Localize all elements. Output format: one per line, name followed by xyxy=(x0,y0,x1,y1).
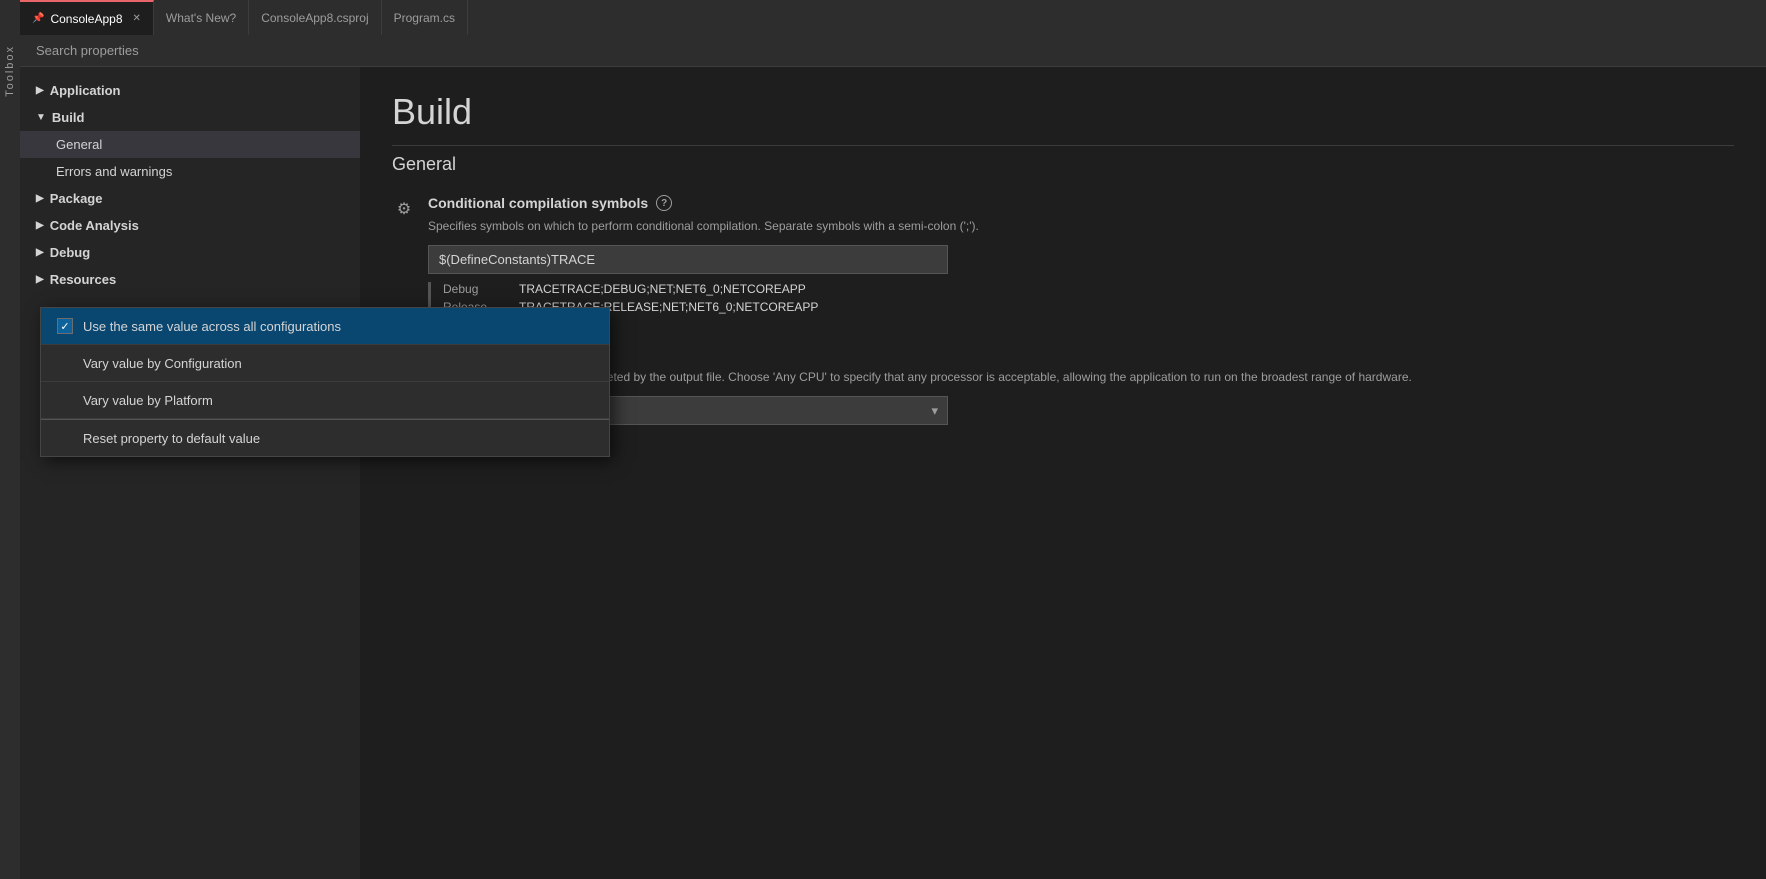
chevron-right-icon: ▶ xyxy=(36,85,44,96)
chevron-right-icon: ▶ xyxy=(36,274,44,285)
sidebar-item-application[interactable]: ▶ Application xyxy=(20,77,360,104)
config-label: Debug xyxy=(443,282,503,296)
config-row-debug: Debug TRACETRACE;DEBUG;NET;NET6_0;NETCOR… xyxy=(443,282,1734,296)
empty-check xyxy=(57,430,73,446)
tab-program[interactable]: Program.cs xyxy=(382,0,468,35)
sidebar-item-label: Code Analysis xyxy=(50,218,139,233)
chevron-right-icon: ▶ xyxy=(36,193,44,204)
tab-whatsnew[interactable]: What's New? xyxy=(154,0,249,35)
property-description: Specifies the processor to be targeted b… xyxy=(428,368,1734,386)
pin-icon: 📌 xyxy=(32,13,44,24)
tab-label: What's New? xyxy=(166,11,236,25)
sidebar-item-build[interactable]: ▼ Build xyxy=(20,104,360,131)
gear-icon: ⚙ xyxy=(392,197,416,221)
sidebar-item-label: Package xyxy=(50,191,103,206)
right-content-panel: Build General ⚙ Conditional compilation … xyxy=(360,67,1766,879)
property-label: Conditional compilation symbols ? xyxy=(428,195,1734,211)
help-icon[interactable]: ? xyxy=(656,195,672,211)
sidebar-item-label: Resources xyxy=(50,272,116,287)
dropdown-item-vary-platform[interactable]: Vary value by Platform xyxy=(41,382,609,419)
tab-consoleapp8[interactable]: 📌 ConsoleApp8 ✕ xyxy=(20,0,154,35)
property-label: Platform target ? xyxy=(428,346,1734,362)
tab-csproj[interactable]: ConsoleApp8.csproj xyxy=(249,0,381,35)
tab-label: Program.cs xyxy=(394,11,455,25)
dropdown-item-same-value[interactable]: ✓ Use the same value across all configur… xyxy=(41,308,609,345)
sidebar-item-label: Debug xyxy=(50,245,90,260)
chevron-right-icon: ▶ xyxy=(36,220,44,231)
config-values: Debug TRACETRACE;DEBUG;NET;NET6_0;NETCOR… xyxy=(428,282,1734,314)
sidebar-item-resources[interactable]: ▶ Resources xyxy=(20,266,360,293)
context-menu: ✓ Use the same value across all configur… xyxy=(40,307,610,457)
close-icon[interactable]: ✕ xyxy=(133,13,141,24)
page-title: Build xyxy=(392,91,1734,146)
sidebar-item-codeanalysis[interactable]: ▶ Code Analysis xyxy=(20,212,360,239)
sidebar-item-label: General xyxy=(56,137,102,152)
sidebar-item-errors[interactable]: Errors and warnings xyxy=(20,158,360,185)
empty-check xyxy=(57,392,73,408)
chevron-right-icon: ▶ xyxy=(36,247,44,258)
config-value: TRACETRACE;DEBUG;NET;NET6_0;NETCOREAPP xyxy=(519,282,806,296)
toolbox-label: Toolbox xyxy=(4,45,16,97)
chevron-down-icon: ▼ xyxy=(36,112,46,123)
dropdown-item-label: Vary value by Configuration xyxy=(83,356,242,371)
check-icon: ✓ xyxy=(57,318,73,334)
tab-label: ConsoleApp8.csproj xyxy=(261,11,368,25)
config-row-release: Release TRACETRACE;RELEASE;NET;NET6_0;NE… xyxy=(443,300,1734,314)
section-title: General xyxy=(392,154,1734,175)
dropdown-item-label: Use the same value across all configurat… xyxy=(83,319,341,334)
sidebar-item-debug[interactable]: ▶ Debug xyxy=(20,239,360,266)
sidebar-item-label: Errors and warnings xyxy=(56,164,172,179)
property-description: Specifies symbols on which to perform co… xyxy=(428,217,1734,235)
sidebar-item-package[interactable]: ▶ Package xyxy=(20,185,360,212)
dropdown-item-reset[interactable]: Reset property to default value xyxy=(41,420,609,456)
property-conditional-compilation: ⚙ Conditional compilation symbols ? Spec… xyxy=(392,195,1734,318)
dropdown-item-label: Vary value by Platform xyxy=(83,393,213,408)
empty-check xyxy=(57,355,73,371)
dropdown-item-vary-config[interactable]: Vary value by Configuration xyxy=(41,345,609,382)
tab-label: ConsoleApp8 xyxy=(50,12,122,26)
dropdown-item-label: Reset property to default value xyxy=(83,431,260,446)
search-input[interactable] xyxy=(36,43,1750,58)
sidebar-item-label: Application xyxy=(50,83,121,98)
sidebar-item-general[interactable]: General xyxy=(20,131,360,158)
conditional-compilation-input[interactable] xyxy=(428,245,948,274)
sidebar-item-label: Build xyxy=(52,110,85,125)
